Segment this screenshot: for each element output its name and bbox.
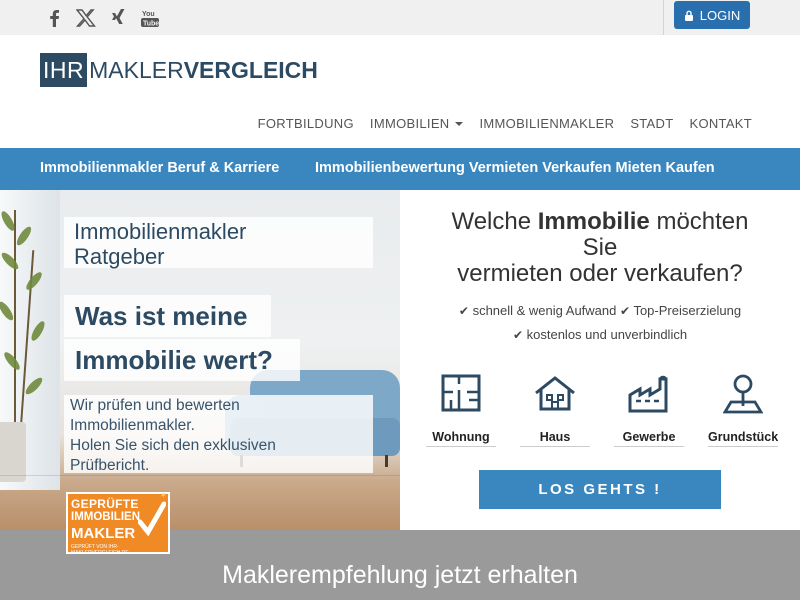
- hero-desc-line: Holen Sie sich den exklusiven: [70, 437, 276, 454]
- property-type-label: Wohnung: [426, 430, 496, 447]
- floorplan-icon: [438, 370, 484, 416]
- logo-part-vergleich: VERGLEICH: [183, 57, 318, 83]
- panel-question: Welche Immobilie möchten Sie vermieten o…: [400, 209, 800, 287]
- social-links: You Tube: [44, 8, 160, 28]
- question-line3: vermieten oder verkaufen?: [457, 260, 743, 287]
- badge-line4: GEPRÜFT VON IHR-MAKLERVERGLEICH.DE: [71, 544, 129, 556]
- land-plot-icon: [720, 370, 766, 416]
- nav-label: FORTBILDUNG: [257, 116, 354, 131]
- feature-text: Top-Preiserzielung: [633, 303, 742, 318]
- property-type-gewerbe[interactable]: Gewerbe: [614, 370, 684, 447]
- property-type-label: Haus: [520, 430, 590, 447]
- question-text: Welche: [451, 208, 538, 235]
- badge-line1: GEPRÜFTE: [71, 497, 139, 511]
- checkmark-icon: [137, 500, 167, 545]
- nav-item-immobilienmakler[interactable]: IMMOBILIENMAKLER: [479, 116, 614, 131]
- subnav-link-bewertung[interactable]: Immobilienbewertung Vermieten Verkaufen …: [315, 160, 715, 176]
- check-icon: ✔: [620, 304, 631, 318]
- top-bar: You Tube LOGIN: [0, 0, 800, 35]
- feature-text: kostenlos und unverbindlich: [526, 327, 688, 342]
- sofa-leg: [385, 455, 388, 467]
- property-type-wohnung[interactable]: Wohnung: [426, 370, 496, 447]
- nav-label: STADT: [630, 116, 674, 131]
- nav-item-kontakt[interactable]: KONTAKT: [689, 116, 752, 131]
- site-logo[interactable]: IHR MAKLER VERGLEICH: [40, 53, 318, 87]
- property-type-options: Wohnung Haus Gewerbe Grundstück: [426, 370, 778, 447]
- badge-line2: IMMOBILIEN: [71, 511, 140, 523]
- sub-nav: Immobilienmakler Beruf & Karriere Immobi…: [0, 148, 800, 190]
- hero-ratgeber-line2: Ratgeber: [74, 244, 165, 269]
- hero-headline-line1: Was ist meine: [64, 295, 271, 337]
- feature-row-1: ✔ schnell & wenig Aufwand ✔ Top-Preiserz…: [400, 303, 800, 318]
- nav-label: KONTAKT: [689, 116, 752, 131]
- property-type-grundstueck[interactable]: Grundstück: [708, 370, 778, 447]
- band-title: Maklerempfehlung jetzt erhalten: [222, 561, 578, 589]
- subnav-link-beruf-karriere[interactable]: Immobilienmakler Beruf & Karriere: [40, 160, 279, 176]
- check-icon: ✔: [512, 328, 523, 342]
- login-button[interactable]: LOGIN: [674, 1, 750, 29]
- login-label: LOGIN: [699, 7, 741, 23]
- question-text: möchten: [649, 208, 749, 235]
- svg-text:Tube: Tube: [143, 21, 159, 28]
- svg-text:You: You: [142, 11, 155, 18]
- check-icon: ✔: [458, 304, 469, 318]
- site-header: IHR MAKLER VERGLEICH: [0, 35, 800, 105]
- logo-part-ihr: IHR: [40, 53, 88, 87]
- hero-image: Immobilienmakler Ratgeber Was ist meine …: [0, 190, 400, 530]
- feature-text: schnell & wenig Aufwand: [472, 303, 617, 318]
- nav-item-stadt[interactable]: STADT: [630, 116, 673, 131]
- property-type-label: Grundstück: [708, 430, 778, 447]
- certified-broker-badge[interactable]: ✶ GEPRÜFTE IMMOBILIEN MAKLER GEPRÜFT VON…: [66, 490, 170, 556]
- hero-description: Wir prüfen und bewerten Immobilienmakler…: [64, 395, 373, 474]
- question-bold: Immobilie: [537, 208, 650, 235]
- house-icon: [532, 370, 578, 416]
- topbar-divider: [663, 0, 664, 35]
- nav-label: IMMOBILIEN: [369, 116, 450, 131]
- hero-desc-line: Prüfbericht.: [70, 457, 150, 474]
- hero-ratgeber-box: Immobilienmakler Ratgeber: [64, 217, 373, 269]
- start-button[interactable]: LOS GEHTS !: [479, 470, 721, 509]
- factory-icon: [626, 370, 672, 416]
- badge-line3: MAKLER: [71, 525, 136, 542]
- property-type-label: Gewerbe: [614, 430, 684, 447]
- hero-headline-line2: Immobilie wert?: [64, 339, 300, 381]
- feature-row-2: ✔ kostenlos und unverbindlich: [400, 327, 800, 342]
- plant-pot: [0, 422, 26, 482]
- question-line2: Sie: [582, 234, 618, 261]
- property-selector-panel: Welche Immobilie möchten Sie vermieten o…: [400, 190, 800, 530]
- nav-label: IMMOBILIENMAKLER: [479, 116, 615, 131]
- youtube-icon[interactable]: You Tube: [140, 8, 160, 28]
- facebook-icon[interactable]: [44, 8, 64, 28]
- property-type-haus[interactable]: Haus: [520, 370, 590, 447]
- nav-item-immobilien[interactable]: IMMOBILIEN: [370, 116, 464, 131]
- hero-desc-line: Wir prüfen und bewerten: [70, 397, 240, 414]
- main-nav: FORTBILDUNG IMMOBILIEN IMMOBILIENMAKLER …: [0, 105, 800, 148]
- hero-ratgeber-line1: Immobilienmakler: [74, 219, 247, 244]
- xing-icon[interactable]: [108, 8, 128, 28]
- logo-part-makler: MAKLER: [89, 57, 184, 83]
- x-twitter-icon[interactable]: [76, 8, 96, 28]
- lock-icon: [684, 10, 694, 21]
- hero-desc-line: Immobilienmakler.: [70, 417, 195, 434]
- caret-down-icon: [455, 121, 464, 126]
- nav-item-fortbildung[interactable]: FORTBILDUNG: [258, 116, 354, 131]
